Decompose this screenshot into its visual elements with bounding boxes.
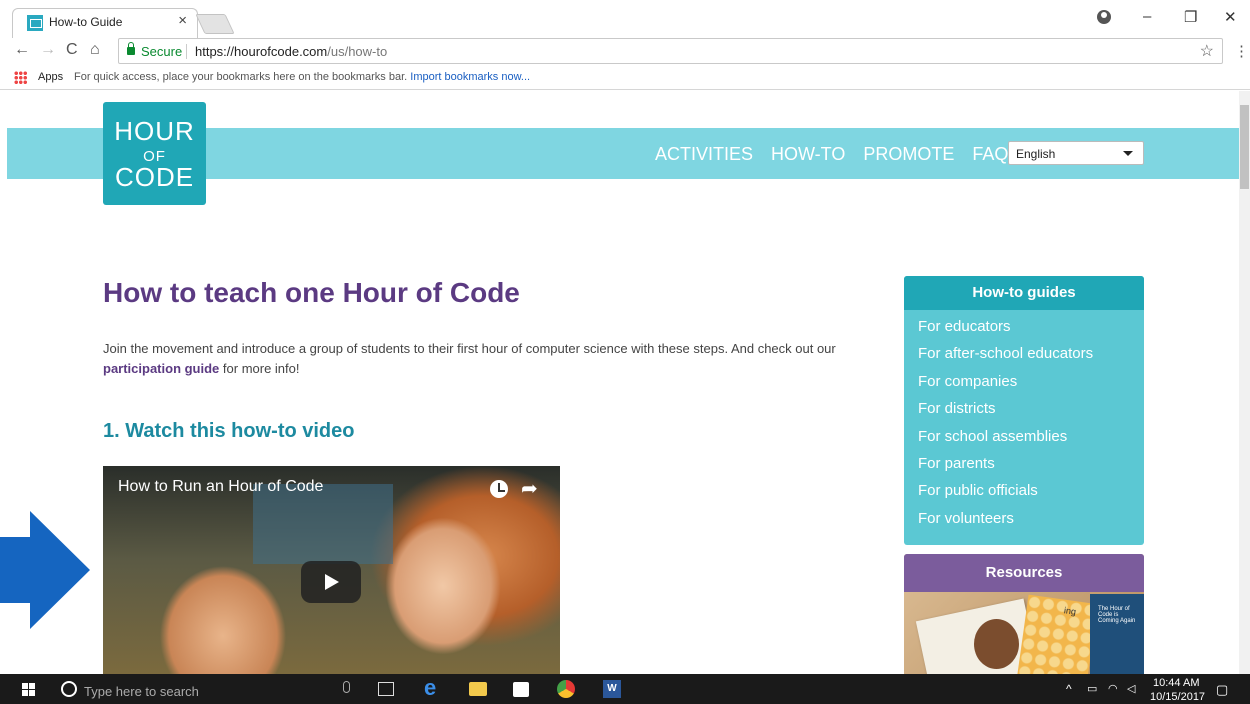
web-page: HOUR OF CODE ACTIVITIES HOW-TO PROMOTE F…	[0, 91, 1250, 674]
hour-of-code-favicon-icon	[27, 15, 43, 31]
share-icon[interactable]: ➦	[521, 476, 538, 501]
word-icon[interactable]: W	[603, 680, 621, 698]
guide-link-school-assemblies[interactable]: For school assemblies	[918, 428, 1144, 455]
how-to-video-player[interactable]: How to Run an Hour of Code ➦	[103, 466, 560, 674]
tab-title: How-to Guide	[49, 15, 123, 29]
new-tab-button[interactable]	[195, 14, 235, 34]
intro-text-before: Join the movement and introduce a group …	[103, 341, 836, 356]
guide-link-public-officials[interactable]: For public officials	[918, 482, 1144, 509]
task-view-icon[interactable]	[378, 682, 394, 696]
intro-text-after: for more info!	[219, 361, 300, 376]
hour-of-code-logo[interactable]: HOUR OF CODE	[103, 102, 206, 205]
nav-promote[interactable]: PROMOTE	[863, 144, 954, 165]
resources-title: Resources	[904, 554, 1144, 592]
nav-activities[interactable]: ACTIVITIES	[655, 144, 753, 165]
chrome-icon[interactable]	[557, 680, 575, 698]
profile-icon[interactable]	[1097, 10, 1111, 24]
caret-down-icon	[1123, 151, 1133, 156]
site-nav: ACTIVITIES HOW-TO PROMOTE FAQ	[655, 144, 1008, 165]
store-icon[interactable]	[513, 682, 529, 697]
resource-booklet-partial-text: ing	[1063, 605, 1077, 617]
how-to-guides-list: For educators For after-school educators…	[904, 310, 1144, 537]
watch-later-icon[interactable]	[490, 480, 508, 498]
how-to-guides-title: How-to guides	[904, 276, 1144, 310]
wifi-icon[interactable]: ◠	[1108, 682, 1118, 695]
volume-icon[interactable]: ◁	[1127, 682, 1135, 695]
nav-faq[interactable]: FAQ	[972, 144, 1008, 165]
blue-arrow-pointer-icon	[0, 511, 90, 629]
bookmark-star-icon[interactable]: ☆	[1200, 41, 1214, 61]
windows-start-icon[interactable]	[22, 683, 35, 696]
page-scrollbar[interactable]	[1239, 91, 1250, 674]
microphone-icon[interactable]	[343, 681, 350, 693]
address-bar[interactable]: Secure https://hourofcode.com/us/how-to …	[118, 38, 1223, 64]
secure-label: Secure	[141, 44, 183, 59]
browser-toolbar: ← → C ⌂ Secure https://hourofcode.com/us…	[0, 38, 1250, 66]
file-explorer-icon[interactable]	[469, 682, 487, 696]
apps-grid-icon[interactable]	[14, 71, 27, 84]
guide-link-parents[interactable]: For parents	[918, 455, 1144, 482]
bookmarks-bar: Apps For quick access, place your bookma…	[0, 66, 1250, 90]
url-base: https://hourofcode.com	[195, 44, 328, 59]
language-value: English	[1016, 147, 1056, 161]
resource-portrait	[974, 619, 1019, 669]
windows-taskbar: Type here to search e W ^ ▭ ◠ ◁ 10:44 AM…	[0, 674, 1250, 704]
bookmarks-hint: For quick access, place your bookmarks h…	[74, 71, 530, 83]
forward-icon[interactable]: →	[40, 41, 56, 59]
cortana-icon	[61, 681, 77, 697]
taskbar-time[interactable]: 10:44 AM	[1153, 677, 1199, 689]
guide-link-districts[interactable]: For districts	[918, 400, 1144, 427]
lock-icon	[127, 42, 135, 55]
participation-guide-link[interactable]: participation guide	[103, 361, 219, 376]
video-play-button[interactable]	[301, 561, 361, 603]
home-icon[interactable]: ⌂	[90, 41, 100, 59]
minimize-icon[interactable]: –	[1143, 8, 1151, 25]
language-select[interactable]: English	[1008, 141, 1144, 165]
browser-tabstrip: How-to Guide × – ❐ ✕	[0, 0, 1250, 38]
action-center-icon[interactable]: ▢	[1216, 682, 1228, 698]
guide-link-after-school[interactable]: For after-school educators	[918, 345, 1144, 372]
battery-icon[interactable]: ▭	[1087, 682, 1097, 695]
bookmarks-hint-text: For quick access, place your bookmarks h…	[74, 71, 408, 83]
back-icon[interactable]: ←	[14, 41, 30, 59]
guide-link-volunteers[interactable]: For volunteers	[918, 510, 1144, 537]
window-close-icon[interactable]: ✕	[1224, 8, 1237, 26]
import-bookmarks-link[interactable]: Import bookmarks now...	[410, 71, 530, 83]
taskbar-search-placeholder: Type here to search	[84, 684, 199, 699]
url-text: https://hourofcode.com/us/how-to	[195, 44, 387, 59]
page-title: How to teach one Hour of Code	[103, 277, 520, 308]
logo-line-code: CODE	[114, 162, 195, 192]
intro-paragraph: Join the movement and introduce a group …	[103, 339, 883, 379]
nav-how-to[interactable]: HOW-TO	[771, 144, 845, 165]
edge-browser-icon[interactable]: e	[424, 675, 442, 700]
tray-chevron-icon[interactable]: ^	[1066, 682, 1072, 696]
how-to-guides-panel: How-to guides For educators For after-sc…	[904, 276, 1144, 545]
taskbar-date[interactable]: 10/15/2017	[1150, 691, 1205, 703]
guide-link-companies[interactable]: For companies	[918, 373, 1144, 400]
logo-line-hour: HOUR	[114, 116, 195, 146]
apps-label[interactable]: Apps	[38, 71, 63, 83]
browser-menu-icon[interactable]: ⋮	[1234, 42, 1249, 60]
resource-blue-booklet-text: The Hour of Code is Coming Again	[1098, 606, 1136, 624]
guide-link-educators[interactable]: For educators	[918, 318, 1144, 345]
step-1-heading: 1. Watch this how-to video	[103, 420, 355, 442]
tab-close-icon[interactable]: ×	[178, 12, 187, 29]
omnibox-separator	[186, 44, 187, 59]
scrollbar-thumb[interactable]	[1240, 105, 1249, 189]
taskbar-search-box[interactable]: Type here to search	[52, 674, 364, 704]
video-thumbnail-screen	[253, 484, 393, 564]
resources-panel[interactable]: Resources ing The Hour of Code is Coming…	[904, 554, 1144, 674]
resource-orange-booklet	[1016, 594, 1098, 674]
browser-tab[interactable]: How-to Guide ×	[12, 8, 198, 38]
url-path: /us/how-to	[327, 44, 388, 59]
restore-icon[interactable]: ❐	[1184, 8, 1197, 26]
reload-icon[interactable]: C	[66, 41, 78, 59]
video-title[interactable]: How to Run an Hour of Code	[118, 478, 323, 496]
